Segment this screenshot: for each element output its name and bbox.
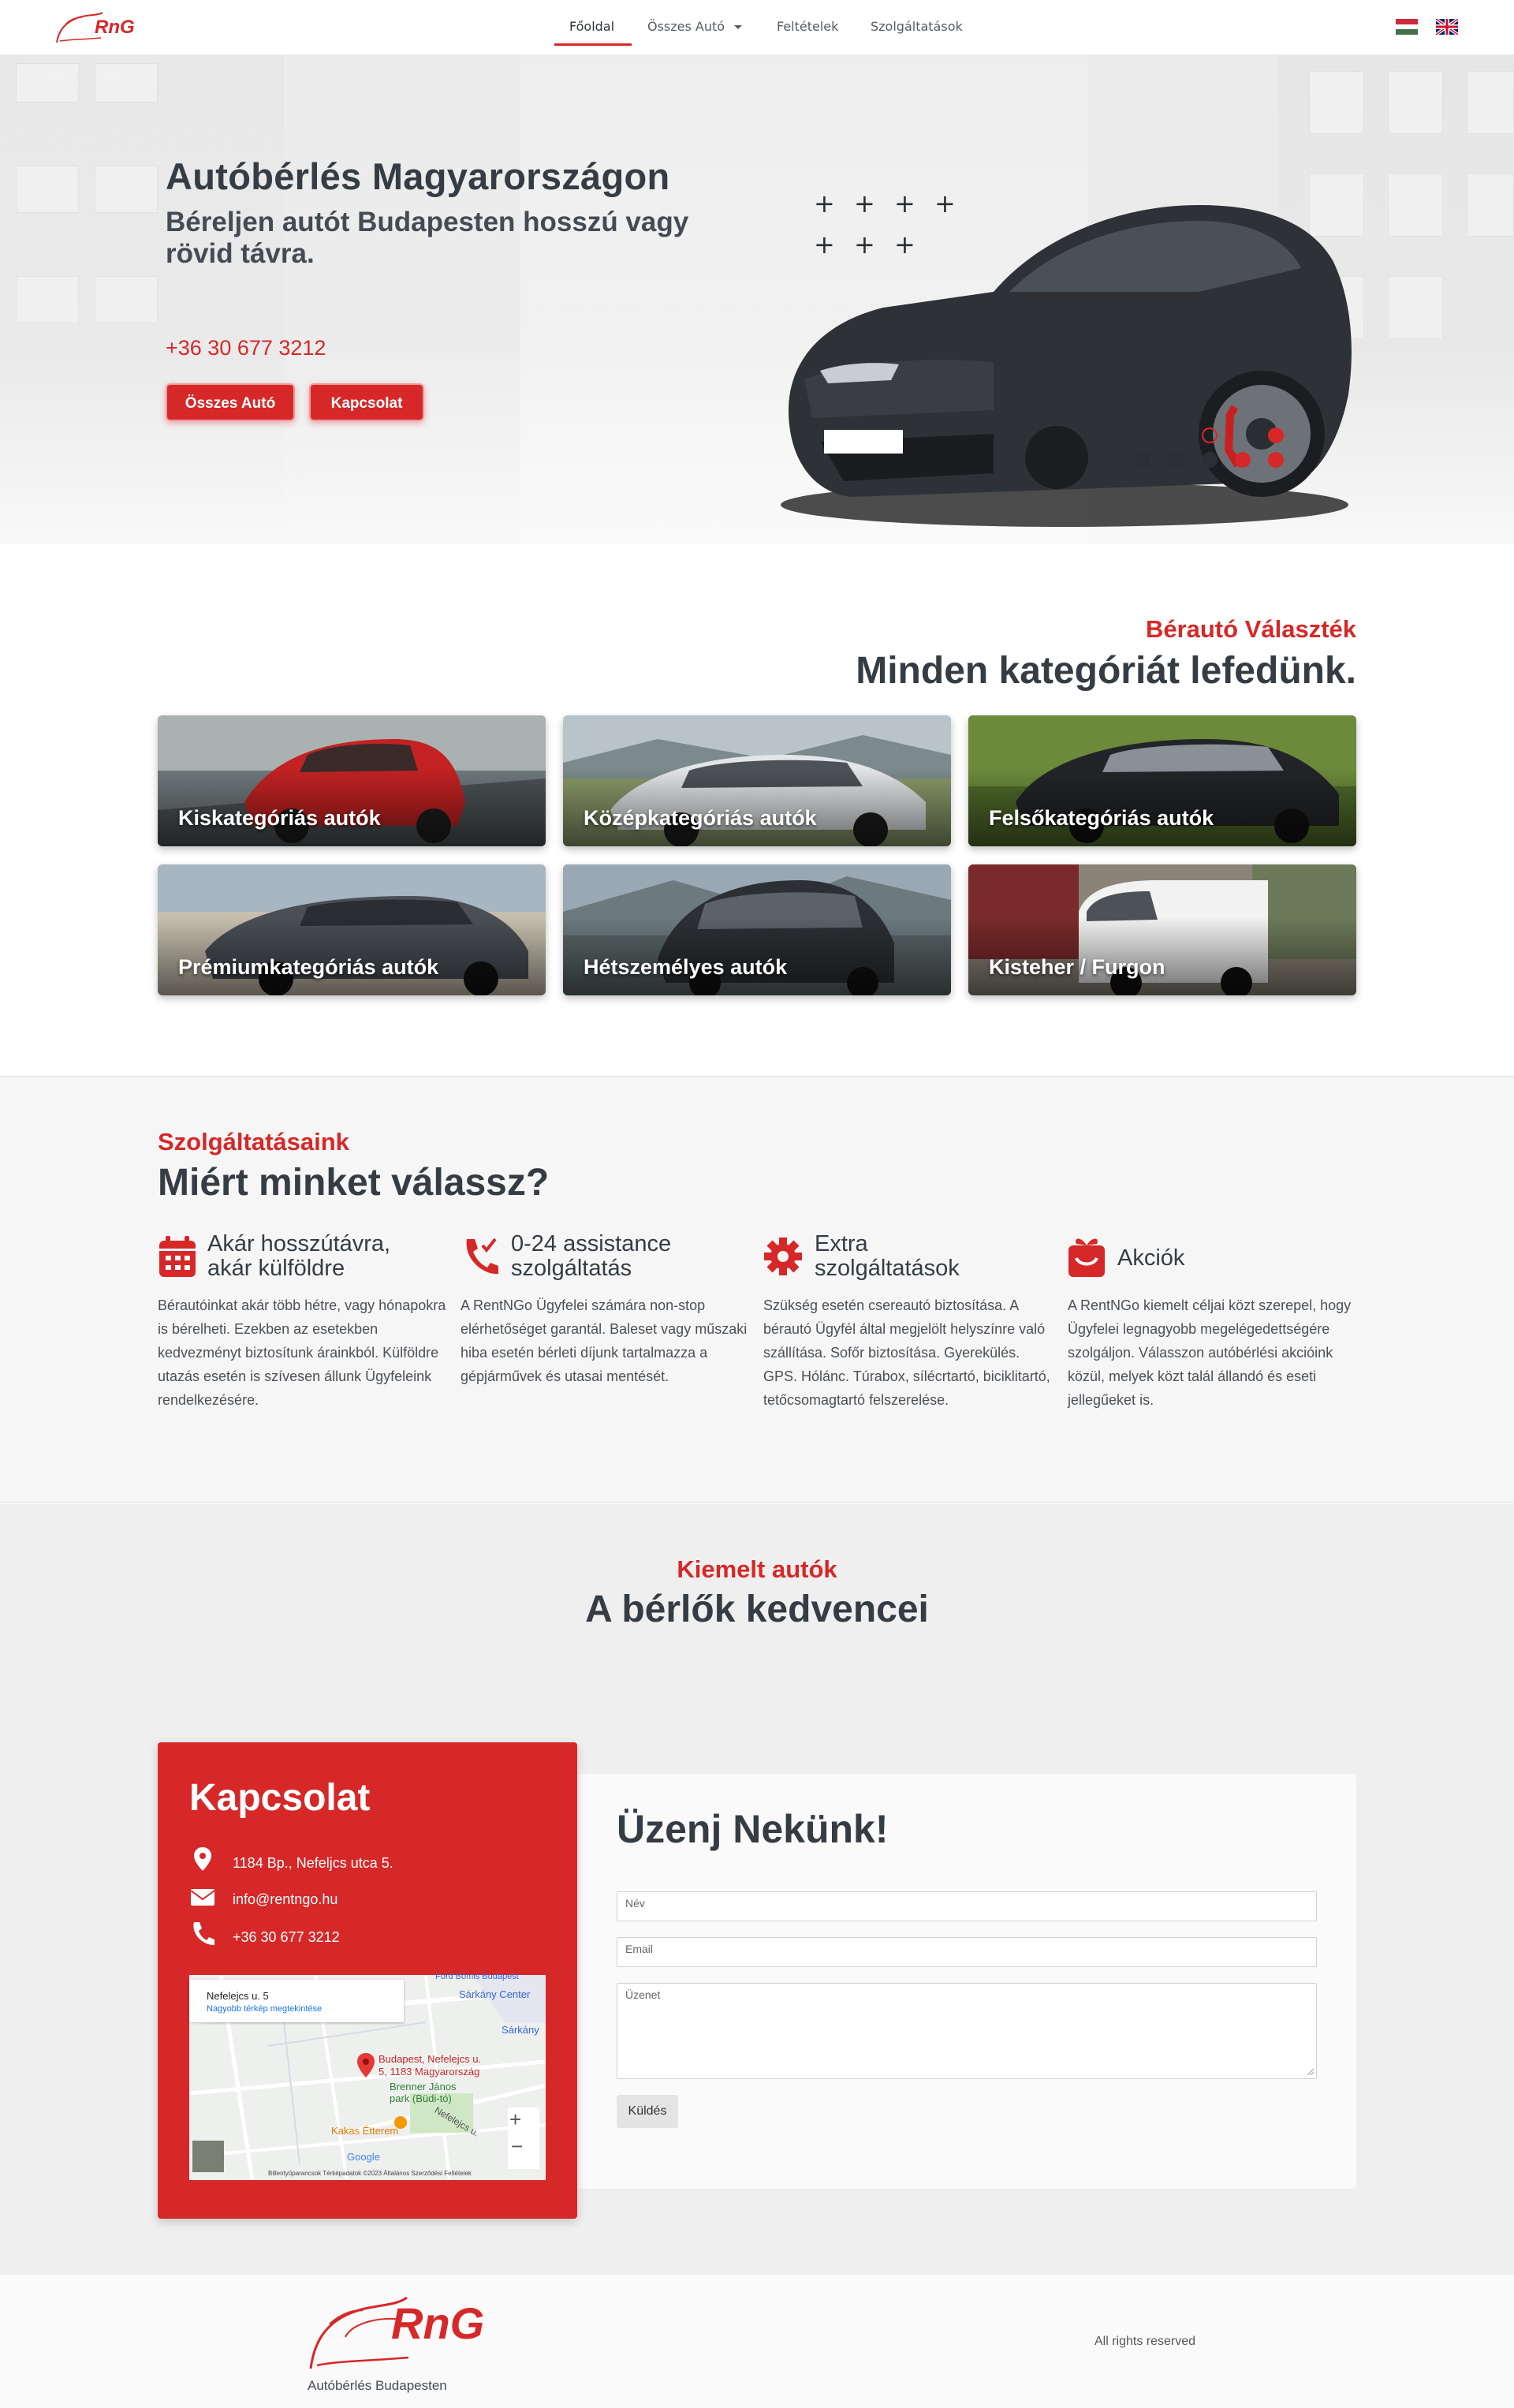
category-card-van[interactable]: Kisteher / Furgon — [968, 864, 1356, 995]
hero-car-image — [781, 205, 1352, 527]
decor-plus-icon: + — [934, 189, 956, 218]
service-text: A RentNGo kiemelt céljai közt szerepel, … — [1068, 1297, 1352, 1408]
contact-title: Kapcsolat — [189, 1777, 371, 1819]
service-title: Extra szolgáltatások — [815, 1231, 960, 1281]
decor-plus-icon: + — [894, 189, 915, 218]
decor-plus-icon: + — [854, 189, 875, 218]
nav-terms[interactable]: Feltételek — [777, 19, 838, 34]
services-heading: Miért minket válassz? — [158, 1162, 550, 1204]
map-larger-link[interactable]: Nagyobb térkép megtekintése — [207, 2004, 322, 2014]
decor-dot — [1169, 452, 1184, 468]
decor-plus-icon: + — [814, 189, 835, 218]
footer-logo-text: RnG — [391, 2298, 484, 2348]
decor-dot — [1268, 452, 1284, 468]
map-marker-icon[interactable] — [356, 2052, 376, 2079]
service-text: Bérautóinkat akár több hétre, vagy hónap… — [158, 1297, 446, 1408]
categories-heading: Minden kategóriát lefedünk. — [856, 650, 1356, 692]
top-navbar: RnG Főoldal Összes Autó Feltételek Szolg… — [0, 0, 1514, 55]
map-restaurant-label: Kakas Étterem — [331, 2125, 399, 2137]
category-card-premium[interactable]: Prémiumkategóriás autók — [158, 864, 546, 995]
category-card-upper[interactable]: Felsőkategóriás autók — [968, 715, 1356, 846]
map-pin-label: Budapest, Nefelejcs u. — [378, 2053, 482, 2065]
category-card-seven-seat[interactable]: Hétszemélyes autók — [563, 864, 951, 995]
decor-dot — [1202, 452, 1218, 468]
footer-rng-logo[interactable]: RnG — [306, 2290, 495, 2376]
decor-dot — [1202, 427, 1218, 443]
contact-button[interactable]: Kapcsolat — [309, 383, 424, 421]
contact-email[interactable]: info@rentngo.hu — [233, 1891, 337, 1908]
hero-banner: + + + + + + + — [0, 55, 1514, 544]
map-pin-label: 5, 1183 Magyarország — [378, 2066, 480, 2078]
calendar-icon — [159, 1236, 196, 1277]
name-field[interactable]: Név — [617, 1891, 1317, 1921]
featured-heading: A bérlők kedvencei — [585, 1589, 929, 1630]
email-field[interactable]: Email — [617, 1937, 1317, 1967]
phone-icon — [193, 1922, 214, 1946]
map-zoom-in[interactable]: + — [509, 2107, 521, 2132]
services-eyebrow: Szolgáltatásaink — [158, 1128, 349, 1155]
hero-phone[interactable]: +36 30 677 3212 — [166, 336, 326, 360]
contact-phone[interactable]: +36 30 677 3212 — [233, 1929, 340, 1946]
category-label: Felsőkategóriás autók — [989, 806, 1214, 830]
map-footer: Billentyűparancsok Térképadatok ©2023 Ál… — [268, 2170, 472, 2177]
hero-subtitle: Béreljen autót Budapesten hosszú vagy rö… — [166, 207, 689, 269]
decor-dot — [1268, 427, 1284, 443]
service-text: Szükség esetén csereautó biztosítása. A … — [763, 1297, 1050, 1408]
category-card-small[interactable]: Kiskategóriás autók — [158, 715, 546, 846]
map-zoom-out[interactable]: − — [511, 2134, 523, 2159]
chevron-down-icon[interactable] — [733, 24, 743, 31]
rng-logo[interactable]: RnG — [54, 8, 142, 47]
featured-eyebrow: Kiemelt autók — [677, 1555, 837, 1583]
send-button[interactable]: Küldés — [617, 2095, 678, 2128]
category-label: Kiskategóriás autók — [178, 806, 381, 830]
footer-rights: All rights reserved — [1094, 2335, 1196, 2348]
google-logo: Google — [347, 2151, 380, 2163]
category-label: Középkategóriás autók — [584, 806, 817, 830]
category-label: Prémiumkategóriás autók — [178, 955, 439, 979]
service-title: Akciók — [1117, 1245, 1185, 1271]
footer-tagline: Autóbérlés Budapesten — [308, 2378, 447, 2393]
service-text: A RentNGo Ügyfelei számára non-stop elér… — [461, 1297, 748, 1384]
hero-title: Autóbérlés Magyarországon — [166, 155, 670, 197]
decor-plus-icon: + — [814, 230, 835, 259]
map-park-label: park (Büdi-tó) — [390, 2093, 452, 2104]
contact-address: 1184 Bp., Nefeljcs utca 5. — [233, 1855, 393, 1871]
map-info-title: Nefelejcs u. 5 — [207, 1990, 269, 2002]
category-card-middle[interactable]: Középkategóriás autók — [563, 715, 951, 846]
map-place-label: Ford Bomis Budapest — [435, 1972, 519, 1981]
mail-icon — [190, 1889, 215, 1906]
nav-services[interactable]: Szolgáltatások — [871, 19, 963, 34]
categories-eyebrow: Bérautó Választék — [1145, 615, 1356, 643]
decor-dot — [1235, 452, 1251, 468]
service-title: Akár hosszútávra, akár külföldre — [207, 1231, 391, 1281]
map-pin-icon — [194, 1847, 211, 1871]
uk-flag-icon[interactable] — [1436, 19, 1458, 35]
nav-home[interactable]: Főoldal — [569, 19, 614, 34]
gear-icon — [764, 1238, 802, 1275]
map-place-label: Sárkány — [502, 2024, 539, 2036]
footer — [0, 2274, 1514, 2408]
form-title: Üzenj Nekünk! — [617, 1807, 889, 1851]
decor-plus-icon: + — [854, 230, 875, 259]
decor-dot — [1136, 452, 1151, 468]
message-field[interactable]: Üzenet — [617, 1983, 1317, 2079]
category-label: Kisteher / Furgon — [989, 955, 1165, 979]
category-label: Hétszemélyes autók — [584, 955, 788, 979]
active-nav-indicator — [554, 43, 632, 46]
nav-all-cars[interactable]: Összes Autó — [647, 19, 725, 34]
service-title: 0-24 assistance szolgáltatás — [511, 1231, 672, 1281]
hu-flag-icon[interactable] — [1396, 19, 1418, 35]
resize-handle-icon[interactable] — [1307, 2068, 1314, 2076]
map-park-label: Brenner János — [390, 2081, 457, 2093]
phone-check-icon — [466, 1238, 498, 1275]
map-place-label: Sárkány Center — [459, 1988, 531, 2000]
gift-icon — [1068, 1238, 1105, 1277]
decor-plus-icon: + — [894, 230, 915, 259]
all-cars-button[interactable]: Összes Autó — [166, 383, 295, 421]
logo-text: RnG — [95, 17, 135, 38]
